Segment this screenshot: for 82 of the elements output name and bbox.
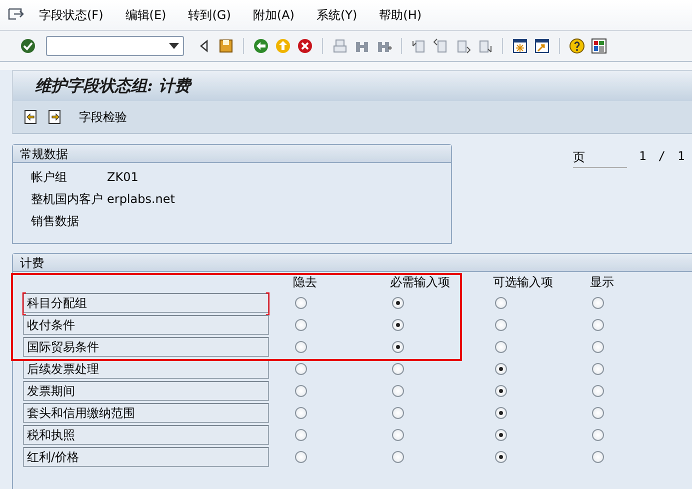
radio-button[interactable] (592, 297, 604, 309)
radio-button[interactable] (592, 341, 604, 353)
radio-button[interactable] (592, 385, 604, 397)
check-icon[interactable] (20, 38, 36, 54)
menu-icon[interactable] (8, 8, 24, 22)
previous-item-icon[interactable] (23, 109, 39, 125)
radio-button[interactable] (495, 297, 507, 309)
radio-button[interactable] (392, 385, 404, 397)
caret-icon[interactable] (169, 43, 179, 49)
radio-button[interactable] (295, 407, 307, 419)
radio-button[interactable] (495, 407, 507, 419)
radio-button[interactable] (392, 341, 404, 353)
radio-button[interactable] (392, 319, 404, 331)
page-label: 页 (573, 149, 627, 168)
radio-button[interactable] (592, 407, 604, 419)
field-check-button[interactable]: 字段检验 (75, 106, 131, 128)
column-header: 隐去 (293, 275, 317, 289)
radio-button[interactable] (495, 363, 507, 375)
radio-button[interactable] (495, 319, 507, 331)
new-window-icon[interactable] (512, 38, 528, 54)
column-header: 可选输入项 (493, 275, 553, 289)
radio-button[interactable] (392, 407, 404, 419)
radio-button[interactable] (495, 341, 507, 353)
radio-button[interactable] (592, 451, 604, 463)
field-label: 销售数据 (31, 213, 80, 229)
field-name: 套头和信用缴纳范围 (23, 403, 269, 423)
print-icon[interactable] (332, 38, 348, 54)
first-page-icon[interactable] (411, 38, 427, 54)
radio-button[interactable] (592, 363, 604, 375)
next-page-icon[interactable] (455, 38, 471, 54)
back-icon[interactable] (253, 38, 269, 54)
page-number: 1 (639, 149, 646, 163)
previous-page-icon[interactable] (433, 38, 449, 54)
layout-icon[interactable] (591, 38, 607, 54)
radio-button[interactable] (295, 451, 307, 463)
help-icon[interactable] (569, 38, 585, 54)
last-page-icon[interactable] (477, 38, 493, 54)
up-icon[interactable] (275, 38, 291, 54)
field-value: ZK01 (107, 169, 140, 185)
field-label: 帐户组 (31, 169, 68, 185)
field-name: 发票期间 (23, 381, 269, 401)
radio-button[interactable] (295, 429, 307, 441)
menu-item[interactable]: 字段状态(F) (28, 6, 114, 24)
field-value: erplabs.net (107, 191, 176, 207)
page-separator: / (658, 149, 666, 163)
page-title: 维护字段状态组: 计费 (35, 76, 190, 96)
radio-button[interactable] (392, 429, 404, 441)
cancel-icon[interactable] (297, 38, 313, 54)
command-field[interactable] (46, 36, 184, 56)
column-header: 必需输入项 (390, 275, 450, 289)
radio-button[interactable] (392, 363, 404, 375)
radio-button[interactable] (592, 429, 604, 441)
field-name: 税和执照 (23, 425, 269, 445)
group-title: 计费 (13, 254, 692, 272)
shortcut-icon[interactable] (534, 38, 550, 54)
menu-item[interactable]: 编辑(E) (114, 6, 178, 24)
radio-button[interactable] (495, 451, 507, 463)
field-name: 红利/价格 (23, 447, 269, 467)
field-label: 整机国内客户 (31, 191, 104, 207)
field-name: 国际贸易条件 (23, 337, 269, 357)
radio-button[interactable] (392, 297, 404, 309)
radio-button[interactable] (295, 385, 307, 397)
save-icon[interactable] (218, 38, 234, 54)
menu-item[interactable]: 系统(Y) (305, 6, 368, 24)
menu-item[interactable]: 附加(A) (242, 6, 306, 24)
next-item-icon[interactable] (47, 109, 63, 125)
column-header: 显示 (590, 275, 614, 289)
group-title: 常规数据 (13, 145, 451, 163)
radio-button[interactable] (295, 319, 307, 331)
radio-button[interactable] (495, 429, 507, 441)
radio-button[interactable] (495, 385, 507, 397)
field-name: 收付条件 (23, 315, 269, 335)
radio-button[interactable] (295, 297, 307, 309)
field-name: 后续发票处理 (23, 359, 269, 379)
radio-button[interactable] (592, 319, 604, 331)
field-name: 科目分配组 (23, 293, 269, 313)
radio-button[interactable] (295, 363, 307, 375)
page-total: 1 (677, 149, 685, 163)
radio-button[interactable] (392, 451, 404, 463)
radio-button[interactable] (295, 341, 307, 353)
menu-item[interactable]: 帮助(H) (368, 6, 433, 24)
menu-item[interactable]: 转到(G) (177, 6, 242, 24)
